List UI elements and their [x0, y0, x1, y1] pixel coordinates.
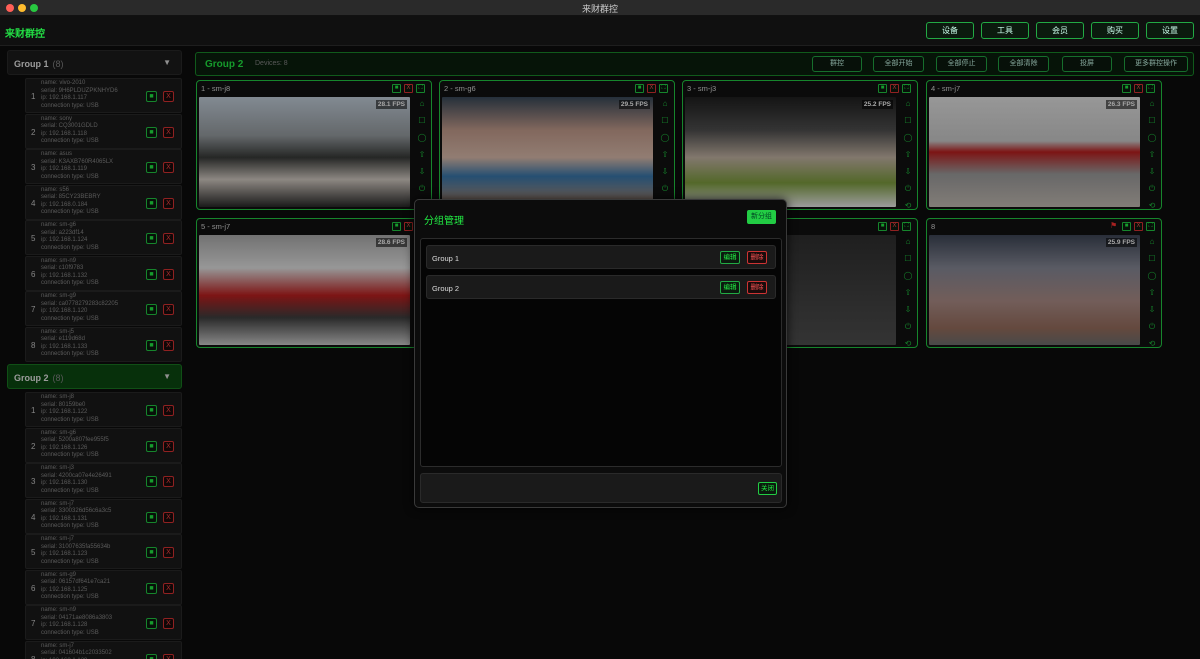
app-header: 来财群控 设备 工具 会员 购买 设置: [0, 16, 1200, 46]
new-group-button[interactable]: 新分组: [747, 210, 776, 224]
window-title: 来财群控: [581, 4, 618, 14]
dialog-title: 分组管理: [424, 216, 464, 227]
app-name: 来财群控: [5, 29, 45, 40]
close-dialog-button[interactable]: 关闭: [758, 482, 777, 495]
window-titlebar: 来财群控: [0, 0, 1200, 16]
devices-button[interactable]: 设备: [926, 22, 974, 39]
edit-group-button[interactable]: 编辑: [720, 281, 740, 294]
list-item: Group 2 编辑 删除: [426, 275, 776, 299]
list-item: Group 1 编辑 删除: [426, 245, 776, 269]
group-list: Group 1 编辑 删除 Group 2 编辑 删除: [420, 238, 782, 467]
dialog-footer: 关闭: [420, 473, 782, 503]
tools-button[interactable]: 工具: [981, 22, 1029, 39]
member-button[interactable]: 会员: [1036, 22, 1084, 39]
delete-group-button[interactable]: 删除: [747, 281, 767, 294]
group-item-name: Group 2: [432, 284, 460, 293]
group-management-dialog: 分组管理 新分组 Group 1 编辑 删除 Group 2 编辑 删除 关闭: [414, 199, 787, 508]
edit-group-button[interactable]: 编辑: [720, 251, 740, 264]
delete-group-button[interactable]: 删除: [747, 251, 767, 264]
purchase-button[interactable]: 购买: [1091, 22, 1139, 39]
group-item-name: Group 1: [432, 254, 460, 263]
settings-button[interactable]: 设置: [1146, 22, 1194, 39]
